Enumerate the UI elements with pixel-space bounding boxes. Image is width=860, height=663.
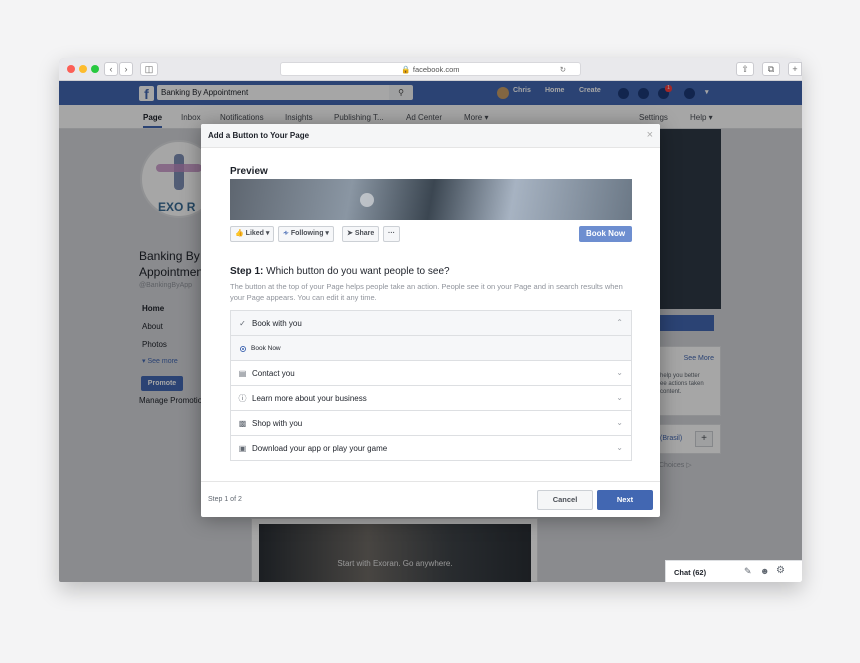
rss-icon: ∻ [283, 230, 289, 237]
minimize-window-button[interactable] [79, 65, 87, 73]
step-heading: Step 1: Which button do you want people … [230, 266, 450, 277]
chat-bar[interactable]: Chat (62) ✎ ☻ ⚙ [665, 560, 802, 582]
watch-graphic [360, 193, 374, 207]
option-label: Shop with you [252, 419, 303, 428]
info-icon: ⓘ [238, 394, 247, 403]
following-label: Following ▾ [290, 230, 329, 237]
url-bar[interactable]: 🔒 facebook.com ↻ [280, 62, 581, 76]
button-options-list: ✓ Book with you ⌃ Book Now ▤ Contact you… [230, 310, 632, 461]
step-counter: Step 1 of 2 [208, 496, 242, 503]
compose-icon[interactable]: ✎ [744, 566, 752, 577]
step-description: The button at the top of your Page helps… [230, 282, 623, 302]
share-arrow-icon: ➤ [347, 230, 353, 237]
dialog-title: Add a Button to Your Page [208, 131, 310, 140]
forward-icon[interactable]: › [119, 62, 133, 76]
chevron-up-icon: ⌃ [616, 318, 623, 327]
back-icon[interactable]: ‹ [104, 62, 118, 76]
option-label: Learn more about your business [252, 394, 367, 403]
message-icon: ▤ [238, 369, 247, 378]
url-text: facebook.com [412, 65, 460, 74]
option-label: Contact you [252, 369, 295, 378]
option-learn-more[interactable]: ⓘ Learn more about your business ⌄ [231, 386, 631, 411]
share-icon[interactable]: ⇧ [736, 62, 754, 76]
maximize-window-button[interactable] [91, 65, 99, 73]
shopping-bag-icon: ▩ [238, 419, 247, 428]
share-button[interactable]: ➤ Share [342, 226, 380, 242]
option-download-app[interactable]: ▣ Download your app or play your game ⌄ [231, 436, 631, 461]
dialog-header: Add a Button to Your Page × [201, 124, 660, 148]
option-book-with-you[interactable]: ✓ Book with you ⌃ [231, 311, 631, 336]
chevron-down-icon: ⌄ [616, 418, 623, 427]
chat-label: Chat (62) [674, 568, 707, 577]
next-button[interactable]: Next [597, 490, 653, 510]
step-number: Step 1: [230, 266, 264, 277]
step-question: Which button do you want people to see? [266, 266, 450, 277]
following-button[interactable]: ∻ Following ▾ [278, 226, 334, 242]
chevron-down-icon: ⌄ [616, 368, 623, 377]
more-options-button[interactable]: ··· [383, 226, 400, 242]
chevron-down-icon: ⌄ [616, 443, 623, 452]
sub-option-book-now[interactable]: Book Now [231, 336, 631, 361]
chevron-down-icon: ⌄ [616, 393, 623, 402]
check-icon: ✓ [239, 319, 246, 328]
preview-cover-image [230, 179, 632, 220]
gear-icon[interactable]: ⚙ [776, 565, 785, 576]
sidebar-toggle-icon[interactable]: ◫ [140, 62, 158, 76]
new-tab-icon[interactable]: + [788, 62, 802, 76]
radio-selected-icon[interactable] [240, 346, 246, 352]
option-contact-you[interactable]: ▤ Contact you ⌄ [231, 361, 631, 386]
dialog-footer: Step 1 of 2 Cancel Next [201, 481, 660, 517]
option-label: Book with you [252, 319, 302, 328]
option-shop-with-you[interactable]: ▩ Shop with you ⌄ [231, 411, 631, 436]
preview-heading: Preview [230, 166, 268, 177]
reload-icon[interactable]: ↻ [560, 63, 566, 76]
share-label: Share [354, 230, 375, 237]
close-icon[interactable]: × [647, 129, 653, 141]
lock-icon: 🔒 [401, 65, 411, 74]
liked-label: Liked ▾ [245, 230, 270, 237]
browser-toolbar: ‹ › ◫ 🔒 facebook.com ↻ ⇧ ⧉ + [59, 58, 802, 81]
thumbs-up-icon: 👍 [235, 230, 244, 237]
add-button-dialog: Add a Button to Your Page × Preview 👍 Li… [201, 124, 660, 517]
app-icon: ▣ [238, 444, 247, 453]
sub-option-label: Book Now [251, 345, 281, 352]
tabs-icon[interactable]: ⧉ [762, 62, 780, 76]
cancel-button[interactable]: Cancel [537, 490, 593, 510]
close-window-button[interactable] [67, 65, 75, 73]
book-now-preview-button[interactable]: Book Now [579, 226, 632, 242]
option-label: Download your app or play your game [252, 444, 388, 453]
liked-button[interactable]: 👍 Liked ▾ [230, 226, 275, 242]
group-icon[interactable]: ☻ [760, 566, 769, 576]
